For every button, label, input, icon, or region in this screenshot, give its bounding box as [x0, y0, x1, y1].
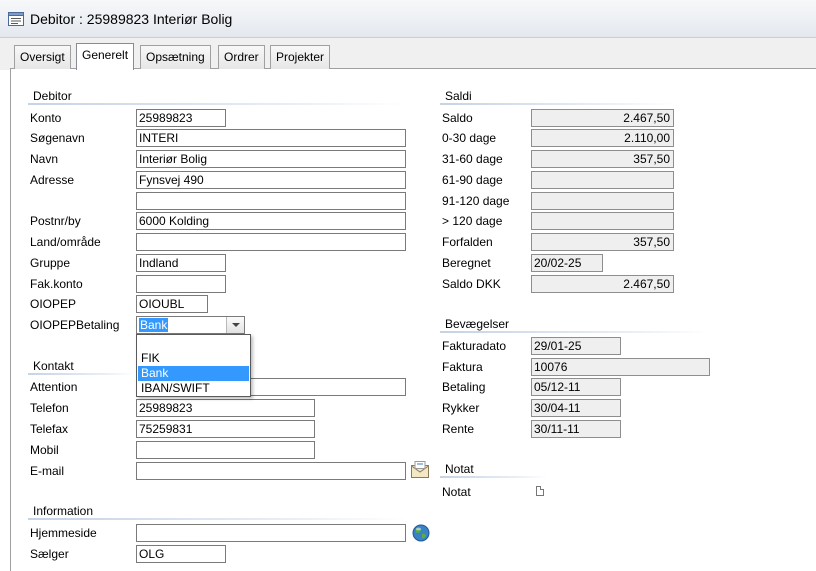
tab-projekter[interactable]: Projekter — [270, 45, 331, 69]
saldo-dkk-label: Saldo DKK — [442, 277, 501, 291]
saelger-field[interactable]: OLG — [136, 545, 226, 563]
fakkonto-field[interactable] — [136, 275, 226, 293]
dropdown-option-bank[interactable]: Bank — [138, 366, 249, 381]
adresse-field-1[interactable]: Fynsvej 490 — [136, 171, 406, 189]
hjemmeside-field[interactable] — [136, 524, 406, 542]
tab-generelt[interactable]: Generelt — [76, 43, 135, 70]
chevron-down-icon — [232, 323, 240, 327]
oiopep-field[interactable]: OIOUBL — [136, 295, 208, 313]
navn-field[interactable]: Interiør Bolig — [136, 150, 406, 168]
title-bar: Debitor : 25989823 Interiør Bolig — [0, 0, 816, 38]
telefon-label: Telefon — [30, 401, 69, 415]
adresse-field-2[interactable] — [136, 192, 406, 210]
kontakt-section-title: Kontakt — [33, 359, 74, 373]
sogenavn-label: Søgenavn — [30, 131, 85, 145]
saldo-label: Saldo — [442, 111, 473, 125]
saldo-value: 2.467,50 — [531, 109, 674, 127]
faktura-value: 10076 — [531, 358, 710, 376]
envelope-icon[interactable] — [410, 460, 430, 480]
konto-field[interactable]: 25989823 — [136, 109, 226, 127]
konto-label: Konto — [30, 111, 62, 125]
saelger-label: Sælger — [30, 547, 69, 561]
attention-label: Attention — [30, 380, 78, 394]
information-section-line — [28, 518, 406, 520]
d31-60-label: 31-60 dage — [442, 152, 503, 166]
oiopepbetaling-value: Bank — [139, 318, 169, 332]
oiopepbetaling-combobox[interactable]: Bank — [136, 316, 245, 334]
d120-value — [531, 212, 674, 230]
adresse-label: Adresse — [30, 173, 75, 187]
tab-ordrer[interactable]: Ordrer — [218, 45, 265, 69]
betaling-label: Betaling — [442, 380, 486, 394]
saldo-dkk-value: 2.467,50 — [531, 275, 674, 293]
telefax-field[interactable]: 75259831 — [136, 420, 315, 438]
dropdown-option-iban-swift[interactable]: IBAN/SWIFT — [138, 381, 249, 396]
form-icon — [8, 12, 24, 26]
d91-120-value — [531, 192, 674, 210]
bevaegelser-section-line — [440, 331, 710, 333]
telefon-field[interactable]: 25989823 — [136, 399, 315, 417]
postnr-label: Postnr/by — [30, 214, 81, 228]
window-title: Debitor : 25989823 Interiør Bolig — [30, 11, 233, 27]
gruppe-field[interactable]: Indland — [136, 254, 226, 272]
tab-oversigt[interactable]: Oversigt — [14, 45, 71, 69]
oiopepbetaling-dropdown-button[interactable] — [226, 317, 244, 333]
kontakt-section-line — [28, 373, 136, 375]
email-label: E-mail — [30, 464, 65, 478]
dropdown-option-fik[interactable]: FIK — [138, 351, 249, 366]
d61-90-label: 61-90 dage — [442, 173, 503, 187]
d91-120-label: 91-120 dage — [442, 194, 510, 208]
saldi-section-title: Saldi — [445, 89, 472, 103]
notat-section-title: Notat — [445, 462, 474, 476]
land-field[interactable] — [136, 233, 406, 251]
sogenavn-field[interactable]: INTERI — [136, 129, 406, 147]
notat-section-line — [440, 476, 548, 478]
beregnet-value: 20/02-25 — [531, 254, 603, 272]
navn-label: Navn — [30, 152, 59, 166]
debitor-section-line — [28, 103, 406, 105]
oiopepbetaling-label: OIOPEPBetaling — [30, 318, 120, 332]
faktura-label: Faktura — [442, 360, 483, 374]
fakkonto-label: Fak.konto — [30, 277, 83, 291]
note-icon[interactable] — [536, 486, 544, 496]
hjemmeside-label: Hjemmeside — [30, 526, 97, 540]
information-section-title: Information — [33, 504, 94, 518]
d0-30-label: 0-30 dage — [442, 131, 497, 145]
d0-30-value: 2.110,00 — [531, 129, 674, 147]
oiopepbetaling-dropdown-list: FIK Bank IBAN/SWIFT — [136, 334, 251, 397]
rente-value: 30/11-11 — [531, 420, 621, 438]
d120-label: > 120 dage — [442, 214, 503, 228]
postnr-field[interactable]: 6000 Kolding — [136, 212, 406, 230]
tab-panel-generelt — [10, 69, 816, 571]
telefax-label: Telefax — [30, 422, 69, 436]
oiopep-label: OIOPEP — [30, 297, 77, 311]
forfalden-label: Forfalden — [442, 235, 493, 249]
d61-90-value — [531, 171, 674, 189]
globe-icon[interactable] — [411, 523, 431, 543]
tab-opsaetning[interactable]: Opsætning — [140, 45, 211, 69]
betaling-value: 05/12-11 — [531, 378, 621, 396]
fakturadato-label: Fakturadato — [442, 339, 507, 353]
rente-label: Rente — [442, 422, 475, 436]
debitor-section-title: Debitor — [33, 89, 72, 103]
mobil-label: Mobil — [30, 443, 59, 457]
d31-60-value: 357,50 — [531, 150, 674, 168]
forfalden-value: 357,50 — [531, 233, 674, 251]
saldi-section-line — [440, 103, 674, 105]
fakturadato-value: 29/01-25 — [531, 337, 621, 355]
rykker-label: Rykker — [442, 401, 480, 415]
land-label: Land/område — [30, 235, 101, 249]
notat-label: Notat — [442, 485, 471, 499]
rykker-value: 30/04-11 — [531, 399, 621, 417]
dropdown-option-empty[interactable] — [138, 336, 249, 351]
mobil-field[interactable] — [136, 441, 315, 459]
email-field[interactable] — [136, 462, 406, 480]
beregnet-label: Beregnet — [442, 256, 491, 270]
gruppe-label: Gruppe — [30, 256, 71, 270]
bevaegelser-section-title: Bevægelser — [445, 317, 510, 331]
